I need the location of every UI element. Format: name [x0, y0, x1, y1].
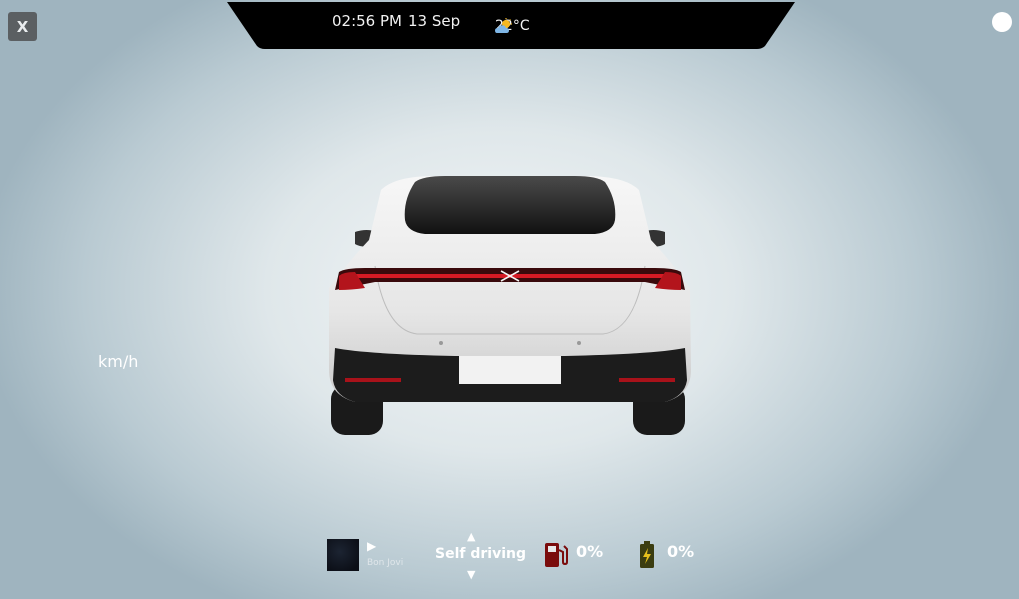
drive-mode-up-arrow[interactable]: ▲ [467, 530, 475, 543]
play-button[interactable]: ▶ [367, 539, 376, 553]
weather: 22°C [495, 18, 530, 34]
bottom-dock: ▶ Bon Jovi ▲ Self driving ▼ 0% 0% [0, 530, 1019, 590]
settings-toggle[interactable] [992, 12, 1012, 32]
date-text: 13 Sep [407, 12, 461, 30]
drive-mode-down-arrow[interactable]: ▼ [467, 568, 475, 581]
close-button[interactable]: X [8, 12, 37, 41]
battery-level: 0% [667, 542, 695, 561]
album-art[interactable] [327, 539, 359, 571]
media-artist: Bon Jovi [367, 558, 404, 568]
drive-mode-label: Self driving [435, 546, 526, 562]
time-text: 02:56 PM [332, 12, 402, 30]
fuel-level: 0% [576, 542, 604, 561]
clock: 02:56 PM 13 Sep [332, 12, 460, 30]
fuel-pump-icon [545, 543, 568, 567]
speed-unit-label: km/h [98, 352, 139, 371]
partly-sunny-icon [495, 18, 512, 33]
battery-icon [640, 541, 654, 568]
car-rear-image [329, 176, 691, 435]
status-bar: 02:56 PM 13 Sep 22°C [227, 0, 795, 50]
